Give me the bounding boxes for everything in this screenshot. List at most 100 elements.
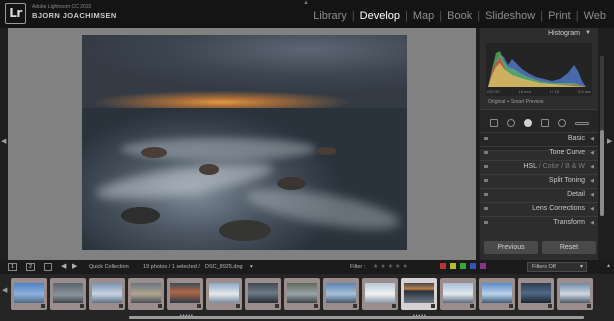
red-label-icon[interactable] xyxy=(440,263,446,269)
panel-switch-icon[interactable] xyxy=(484,151,488,154)
color-tab[interactable]: Color xyxy=(543,163,560,170)
filmstrip-thumbnail[interactable] xyxy=(167,278,203,310)
adjustment-brush-icon[interactable] xyxy=(574,121,589,125)
filmstrip-source[interactable]: Quick Collection xyxy=(89,264,129,270)
filmstrip-thumbnail[interactable] xyxy=(128,278,164,310)
back-arrow-icon[interactable]: ◀ xyxy=(61,262,66,270)
filmstrip-thumbnail[interactable] xyxy=(479,278,515,310)
histogram-title: Histogram xyxy=(548,30,580,37)
reset-button[interactable]: Reset xyxy=(542,241,596,254)
module-develop[interactable]: Develop xyxy=(360,10,400,22)
module-slideshow[interactable]: Slideshow xyxy=(485,10,535,22)
triangle-left-icon: ◀ xyxy=(590,136,594,142)
blue-label-icon[interactable] xyxy=(470,263,476,269)
scrollbar-thumb[interactable] xyxy=(600,130,604,216)
filmstrip-thumbnail[interactable] xyxy=(284,278,320,310)
panel-detail[interactable]: Detail ◀ xyxy=(480,188,598,201)
panel-lens-corrections-label: Lens Corrections xyxy=(532,205,585,212)
red-eye-tool-icon[interactable] xyxy=(523,119,532,127)
radial-filter-icon[interactable] xyxy=(557,119,566,127)
module-web[interactable]: Web xyxy=(584,10,606,22)
smart-preview-status[interactable]: Original + Smart Preview xyxy=(488,99,543,105)
exif-aperture: f / 16 xyxy=(550,89,559,94)
filmstrip-thumbnail[interactable] xyxy=(323,278,359,310)
panel-lens-corrections[interactable]: Lens Corrections ◀ xyxy=(480,202,598,215)
photo-preview[interactable] xyxy=(82,35,407,250)
photo-sky xyxy=(82,35,407,109)
photo-count: 19 photos / 1 selected / xyxy=(143,264,200,270)
crop-tool-icon[interactable] xyxy=(489,119,498,127)
filmstrip-thumbnail[interactable] xyxy=(206,278,242,310)
right-panel-scrollbar[interactable] xyxy=(600,56,604,216)
filmstrip: ◀ ••••• ••••• xyxy=(0,274,614,321)
filmstrip-thumbnail[interactable] xyxy=(518,278,554,310)
lightroom-logo: Lr xyxy=(5,3,26,24)
filmstrip-thumbnail[interactable] xyxy=(11,278,47,310)
panel-switch-icon[interactable] xyxy=(484,193,488,196)
triangle-left-icon: ◀ xyxy=(590,150,594,156)
thumbnail-image xyxy=(521,283,551,303)
photo-rock xyxy=(140,146,167,158)
filmstrip-scrollbar[interactable] xyxy=(129,316,584,319)
thumbnail-image xyxy=(482,283,512,303)
module-print[interactable]: Print xyxy=(548,10,571,22)
edit-badge-icon xyxy=(548,304,552,308)
thumbnail-image xyxy=(365,283,395,303)
left-panel-toggle-icon[interactable]: ◀ xyxy=(1,137,6,145)
filmstrip-thumbnail[interactable] xyxy=(557,278,593,310)
graduated-filter-icon[interactable] xyxy=(540,119,549,127)
purple-label-icon[interactable] xyxy=(480,263,486,269)
filmstrip-thumbnail-active[interactable] xyxy=(401,278,437,310)
panel-transform[interactable]: Transform ◀ xyxy=(480,216,598,229)
triangle-down-icon[interactable]: ▼ xyxy=(585,30,591,36)
panel-switch-icon[interactable] xyxy=(484,179,488,182)
second-window-toggle[interactable]: 2 xyxy=(26,263,35,271)
panel-switch-icon[interactable] xyxy=(484,165,488,168)
bw-tab[interactable]: B & W xyxy=(565,163,585,170)
photo-rock xyxy=(316,146,336,156)
chevron-down-icon[interactable]: ▾ xyxy=(250,264,253,270)
filmstrip-thumbnail[interactable] xyxy=(50,278,86,310)
filter-preset-select[interactable]: Filters Off xyxy=(527,262,587,272)
right-panel-toggle-icon[interactable]: ▶ xyxy=(607,137,612,145)
panel-tone-curve[interactable]: Tone Curve ◀ xyxy=(480,146,598,159)
rating-filter-icon[interactable]: ★★★★★ xyxy=(373,263,410,270)
green-label-icon[interactable] xyxy=(460,263,466,269)
top-bar: Lr Adobe Lightroom CC 2015 BJORN JOACHIM… xyxy=(0,0,614,28)
edit-badge-icon xyxy=(236,304,240,308)
panel-split-toning[interactable]: Split Toning ◀ xyxy=(480,174,598,187)
edit-badge-icon xyxy=(587,304,591,308)
panel-hsl[interactable]: HSL / Color / B & W ◀ xyxy=(480,160,598,173)
hsl-tab[interactable]: HSL xyxy=(523,163,536,170)
filter-lock-icon[interactable]: ▴ xyxy=(607,262,610,269)
panel-switch-icon[interactable] xyxy=(484,207,488,210)
grid-view-icon[interactable] xyxy=(44,263,52,271)
module-book[interactable]: Book xyxy=(447,10,472,22)
spot-removal-tool-icon[interactable] xyxy=(506,119,515,127)
top-panel-toggle-icon[interactable]: ▲ xyxy=(303,0,309,6)
module-separator: | xyxy=(351,10,355,22)
filmstrip-thumbnail[interactable] xyxy=(245,278,281,310)
module-library[interactable]: Library xyxy=(313,10,347,22)
yellow-label-icon[interactable] xyxy=(450,263,456,269)
filmstrip-thumbnail[interactable] xyxy=(362,278,398,310)
module-map[interactable]: Map xyxy=(413,10,434,22)
previous-button[interactable]: Previous xyxy=(484,241,538,254)
main-window-toggle[interactable]: 1 xyxy=(8,263,17,271)
panel-hsl-label: HSL / Color / B & W xyxy=(523,163,585,170)
panel-basic-label: Basic xyxy=(567,135,585,142)
forward-arrow-icon[interactable]: ▶ xyxy=(72,262,77,270)
current-filename[interactable]: DSC_8925.dng xyxy=(205,264,243,270)
panel-switch-icon[interactable] xyxy=(484,137,488,140)
panel-switch-icon[interactable] xyxy=(484,221,488,224)
edit-badge-icon xyxy=(392,304,396,308)
app-name: Adobe Lightroom CC 2015 xyxy=(32,4,92,10)
histogram-header[interactable]: Histogram ▼ xyxy=(480,28,598,40)
thumbnail-image xyxy=(326,283,356,303)
filmstrip-left-icon[interactable]: ◀ xyxy=(2,286,7,294)
thumbnail-image xyxy=(14,283,44,303)
exif-shutter: 0,6 sec xyxy=(578,89,591,94)
filmstrip-thumbnail[interactable] xyxy=(89,278,125,310)
panel-basic[interactable]: Basic ◀ xyxy=(480,132,598,145)
filmstrip-thumbnail[interactable] xyxy=(440,278,476,310)
